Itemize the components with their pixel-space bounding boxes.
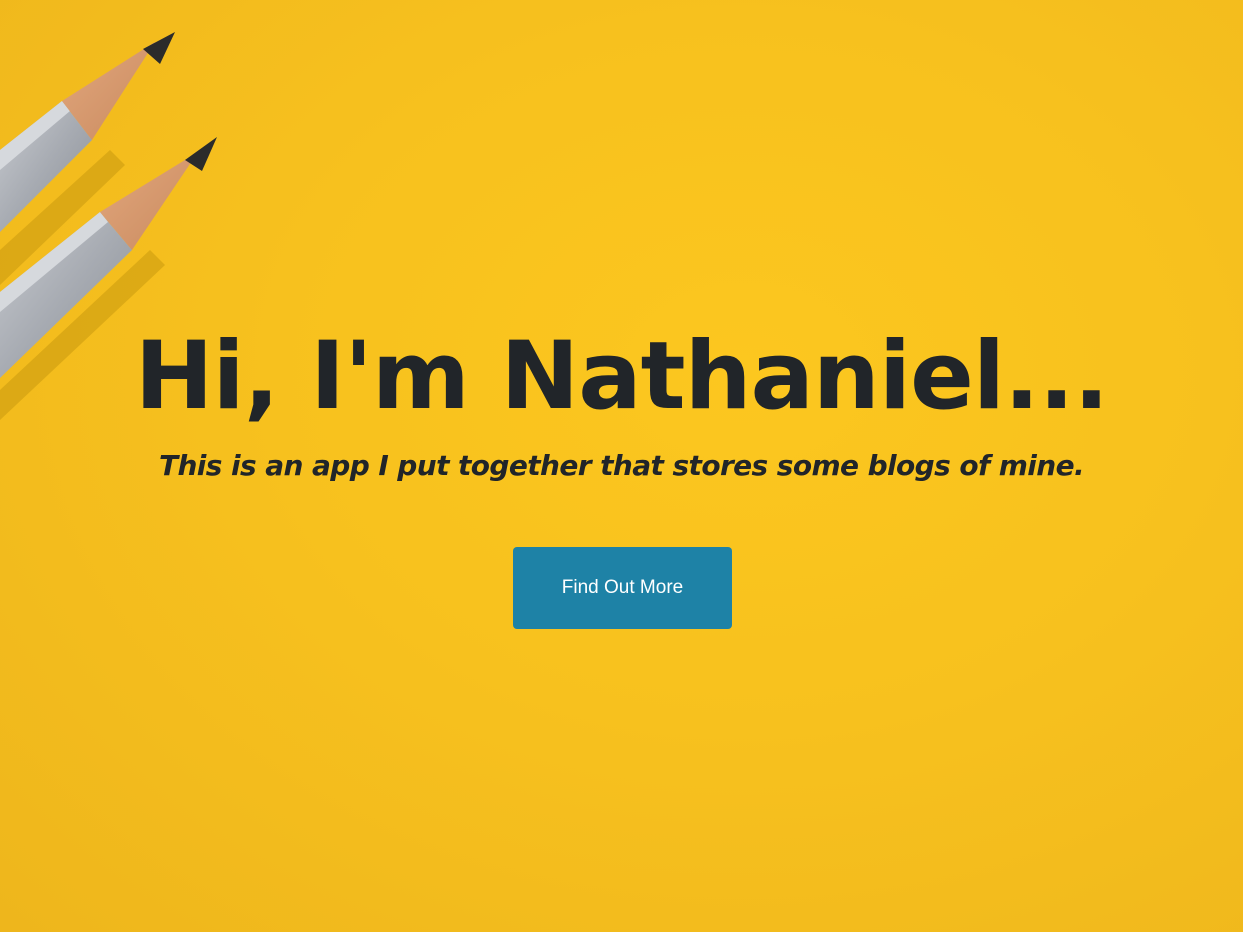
hero-heading: Hi, I'm Nathaniel...	[134, 322, 1109, 431]
find-out-more-button[interactable]: Find Out More	[513, 547, 732, 629]
hero-section: Hi, I'm Nathaniel... This is an app I pu…	[0, 0, 1243, 932]
hero-subheading: This is an app I put together that store…	[158, 449, 1085, 482]
